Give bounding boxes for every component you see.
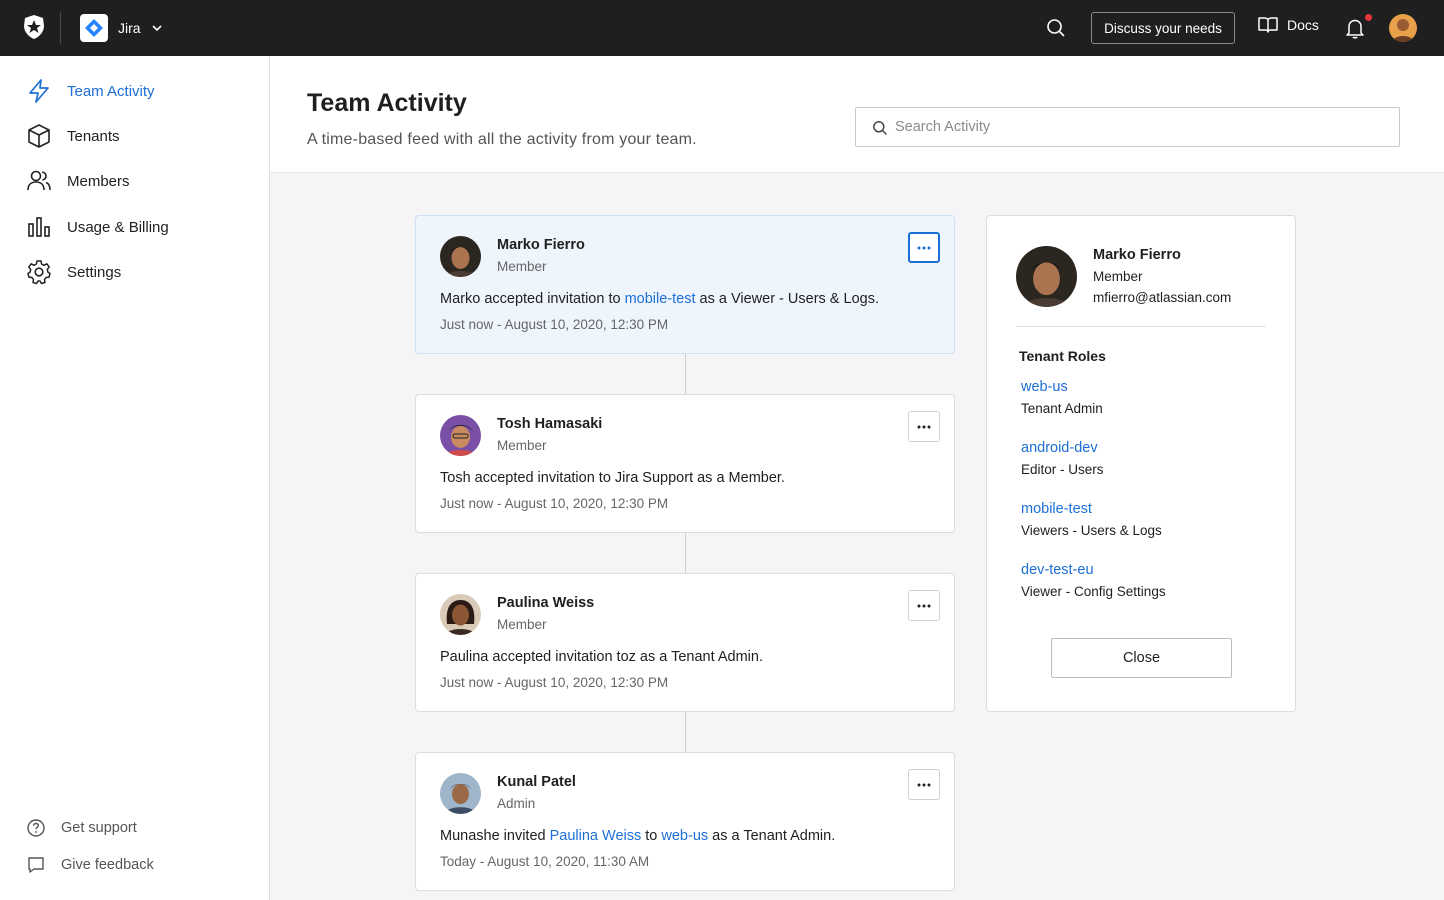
bell-icon[interactable]: [1343, 16, 1367, 40]
topbar-divider: [60, 12, 61, 44]
tenant-role: Viewer - Config Settings: [1021, 584, 1166, 599]
give-feedback-link[interactable]: Give feedback: [26, 855, 154, 875]
member-name: Paulina Weiss: [497, 595, 595, 611]
avatar: [440, 773, 481, 814]
tenant-role-item: mobile-test Viewers - Users & Logs: [1021, 501, 1162, 538]
sidebar-item-tenants[interactable]: Tenants: [26, 123, 120, 149]
avatar: [440, 415, 481, 456]
app-switcher[interactable]: Jira: [80, 14, 163, 42]
sidebar-item-label: Tenants: [67, 127, 120, 145]
member-detail-panel: Marko Fierro Member mfierro@atlassian.co…: [986, 215, 1296, 712]
more-options-button[interactable]: [908, 769, 940, 800]
search-icon[interactable]: [1045, 17, 1067, 39]
avatar: [440, 594, 481, 635]
get-support-link[interactable]: Get support: [26, 818, 137, 838]
discuss-needs-button[interactable]: Discuss your needs: [1091, 12, 1235, 44]
sidebar-item-label: Members: [67, 172, 130, 190]
activity-message: Tosh accepted invitation to Jira Support…: [440, 470, 785, 486]
member-name: Marko Fierro: [497, 237, 585, 253]
bar-chart-icon: [26, 214, 52, 240]
member-role: Member: [497, 617, 547, 632]
activity-card[interactable]: Kunal Patel Admin Munashe invited Paulin…: [415, 752, 955, 891]
avatar: [440, 236, 481, 277]
member-link[interactable]: Paulina Weiss: [550, 828, 642, 844]
activity-message: Marko accepted invitation to mobile-test…: [440, 291, 879, 307]
docs-link[interactable]: Docs: [1258, 16, 1319, 34]
book-icon: [1258, 17, 1278, 33]
more-options-button[interactable]: [908, 590, 940, 621]
activity-card[interactable]: Marko Fierro Member Marko accepted invit…: [415, 215, 955, 354]
page-title: Team Activity: [307, 89, 467, 117]
tenant-role: Editor - Users: [1021, 462, 1104, 477]
member-role: Member: [497, 438, 547, 453]
sidebar-item-label: Usage & Billing: [67, 218, 169, 236]
top-bar: Jira Discuss your needs Docs: [0, 0, 1444, 56]
tenant-link[interactable]: dev-test-eu: [1021, 562, 1166, 578]
tenant-link[interactable]: web-us: [1021, 379, 1103, 395]
search-activity-box: [855, 107, 1400, 147]
search-activity-input[interactable]: [895, 108, 1385, 146]
notification-dot: [1365, 14, 1372, 21]
member-name: Tosh Hamasaki: [497, 416, 603, 432]
ellipsis-icon: [917, 425, 931, 428]
give-feedback-label: Give feedback: [61, 857, 154, 873]
tenant-link[interactable]: web-us: [661, 828, 708, 844]
cube-icon: [26, 123, 52, 149]
auth0-logo-icon[interactable]: [22, 14, 46, 40]
activity-timestamp: Just now - August 10, 2020, 12:30 PM: [440, 496, 669, 511]
tenant-link[interactable]: android-dev: [1021, 440, 1104, 456]
docs-label: Docs: [1287, 17, 1319, 33]
page-header: Team Activity A time-based feed with all…: [270, 56, 1444, 173]
sidebar-item-members[interactable]: Members: [26, 168, 130, 194]
close-button[interactable]: Close: [1051, 638, 1232, 678]
avatar: [1016, 246, 1077, 307]
chevron-down-icon: [151, 25, 162, 32]
ellipsis-icon: [917, 246, 931, 249]
member-role: Member: [1093, 269, 1143, 284]
tenant-role: Viewers - Users & Logs: [1021, 523, 1162, 538]
page-subtitle: A time-based feed with all the activity …: [307, 131, 697, 148]
member-email: mfierro@atlassian.com: [1093, 290, 1232, 305]
member-name: Kunal Patel: [497, 774, 576, 790]
sidebar-item-label: Team Activity: [67, 82, 155, 100]
ellipsis-icon: [917, 783, 931, 786]
ellipsis-icon: [917, 604, 931, 607]
activity-message: Munashe invited Paulina Weiss to web-us …: [440, 828, 836, 844]
more-options-button[interactable]: [908, 411, 940, 442]
member-role: Admin: [497, 796, 536, 811]
jira-logo-icon: [80, 14, 108, 42]
sidebar-item-settings[interactable]: Settings: [26, 259, 121, 285]
sidebar-item-team-activity[interactable]: Team Activity: [26, 78, 155, 104]
lightning-icon: [26, 78, 52, 104]
tenant-link[interactable]: mobile-test: [1021, 501, 1162, 517]
tenant-role-item: dev-test-eu Viewer - Config Settings: [1021, 562, 1166, 599]
sidebar-item-usage-billing[interactable]: Usage & Billing: [26, 214, 169, 240]
sidebar-item-label: Settings: [67, 263, 122, 281]
member-role: Member: [497, 259, 547, 274]
activity-card[interactable]: Tosh Hamasaki Member Tosh accepted invit…: [415, 394, 955, 533]
get-support-label: Get support: [61, 820, 137, 836]
chat-icon: [26, 855, 46, 875]
activity-message: Paulina accepted invitation toz as a Ten…: [440, 649, 763, 665]
gear-icon: [26, 259, 52, 285]
activity-timestamp: Just now - August 10, 2020, 12:30 PM: [440, 317, 669, 332]
activity-timestamp: Today - August 10, 2020, 11:30 AM: [440, 854, 650, 869]
tenant-role-item: android-dev Editor - Users: [1021, 440, 1104, 477]
tenant-role: Tenant Admin: [1021, 401, 1103, 416]
activity-card[interactable]: Paulina Weiss Member Paulina accepted in…: [415, 573, 955, 712]
sidebar: Team Activity Tenants Members Usage & Bi…: [0, 56, 270, 900]
user-avatar[interactable]: [1389, 14, 1417, 42]
app-name: Jira: [118, 20, 141, 36]
tenant-link[interactable]: mobile-test: [625, 291, 696, 307]
more-options-button[interactable]: [908, 232, 940, 263]
search-icon: [873, 121, 888, 136]
help-icon: [26, 818, 46, 838]
activity-timestamp: Just now - August 10, 2020, 12:30 PM: [440, 675, 669, 690]
member-name: Marko Fierro: [1093, 247, 1181, 263]
divider: [1016, 326, 1266, 327]
tenant-roles-heading: Tenant Roles: [1019, 348, 1106, 364]
users-icon: [26, 168, 52, 194]
tenant-role-item: web-us Tenant Admin: [1021, 379, 1103, 416]
